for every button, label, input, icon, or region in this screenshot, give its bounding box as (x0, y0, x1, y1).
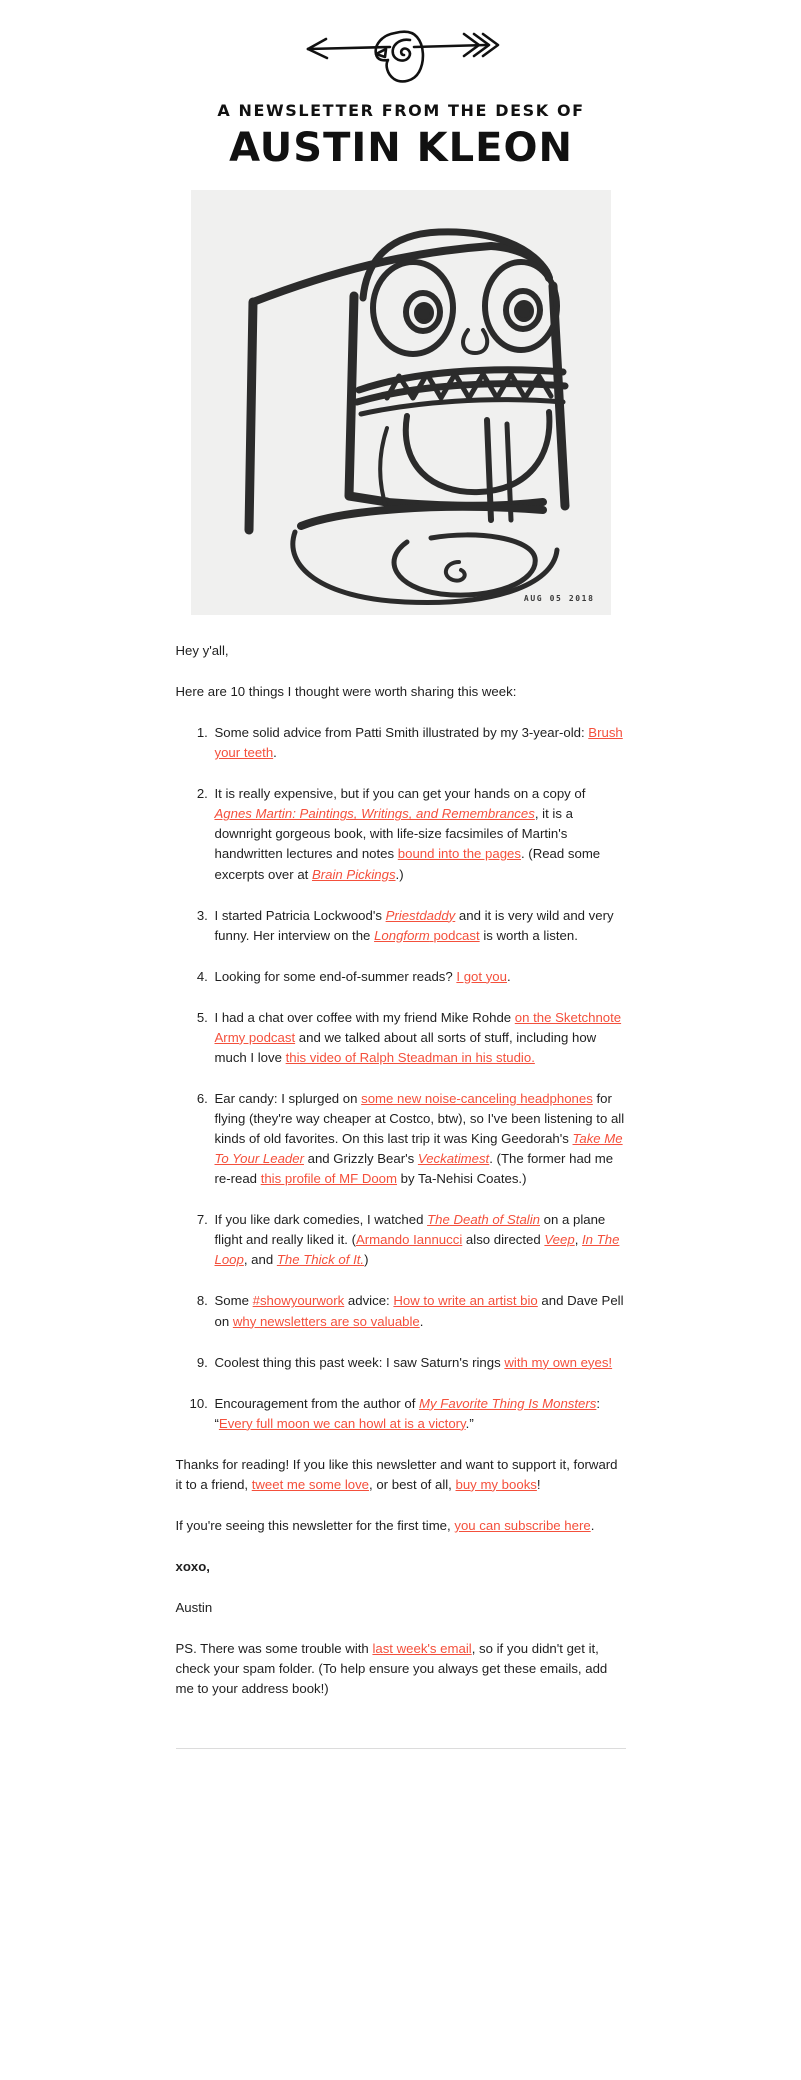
newsletter-body: Hey y'all, Here are 10 things I thought … (176, 615, 626, 1730)
body-text: .” (465, 1415, 474, 1431)
body-link[interactable]: with my own eyes! (504, 1355, 612, 1370)
masthead: A NEWSLETTER FROM THE DESK OF AUSTIN KLE… (0, 14, 801, 172)
closing-paragraph: Austin (176, 1598, 626, 1618)
body-text: , and (243, 1252, 277, 1268)
body-text: and Grizzly Bear's (303, 1151, 418, 1167)
newsletter-page: A NEWSLETTER FROM THE DESK OF AUSTIN KLE… (0, 0, 801, 2080)
body-link[interactable]: Priestdaddy (386, 908, 456, 923)
body-link[interactable]: My Favorite Thing Is Monsters (419, 1396, 596, 1411)
body-link[interactable]: Longform (374, 928, 430, 943)
body-text: .) (395, 866, 404, 882)
list-item: I had a chat over coffee with my friend … (212, 1008, 626, 1068)
list-item: Ear candy: I splurged on some new noise-… (212, 1089, 626, 1189)
body-link[interactable]: Veckatimest (418, 1151, 489, 1166)
body-link[interactable]: #showyourwork (253, 1293, 345, 1308)
body-link[interactable]: Every full moon we can howl at is a vict… (219, 1416, 466, 1431)
body-link[interactable]: last week's email (372, 1641, 471, 1656)
body-text: xoxo, (175, 1558, 210, 1574)
masthead-wordmark: AUSTIN KLEON (229, 125, 573, 171)
body-text: Looking for some end-of-summer reads? (214, 968, 457, 984)
body-text: PS. There was some trouble with (175, 1641, 373, 1657)
body-link[interactable]: Veep (544, 1232, 574, 1247)
closing-paragraph: PS. There was some trouble with last wee… (176, 1639, 626, 1699)
body-text: , (574, 1232, 583, 1248)
body-text: Encouragement from the author of (214, 1395, 420, 1411)
body-link[interactable]: tweet me some love (252, 1477, 369, 1492)
body-text: Austin (175, 1600, 213, 1615)
body-link[interactable]: Armando Iannucci (356, 1232, 462, 1247)
body-text: Coolest thing this past week: I saw Satu… (214, 1354, 505, 1370)
intro-line: Here are 10 things I thought were worth … (175, 684, 517, 700)
body-text: advice: (344, 1293, 394, 1309)
list-item: Some solid advice from Patti Smith illus… (212, 723, 626, 763)
closing-paragraph: If you're seeing this newsletter for the… (176, 1516, 626, 1536)
body-link[interactable]: podcast (433, 928, 479, 943)
body-link[interactable]: you can subscribe here (454, 1518, 590, 1533)
masthead-kicker: A NEWSLETTER FROM THE DESK OF (217, 101, 584, 120)
footer-divider (175, 1748, 626, 1750)
closing-block: Thanks for reading! If you like this new… (176, 1455, 626, 1700)
body-text: is worth a listen. (479, 927, 578, 943)
body-text: If you like dark comedies, I watched (214, 1212, 428, 1228)
ten-things-list: Some solid advice from Patti Smith illus… (176, 723, 626, 1434)
body-link[interactable]: this profile of MF Doom (261, 1171, 397, 1186)
list-item: If you like dark comedies, I watched The… (212, 1210, 626, 1270)
list-item: Looking for some end-of-summer reads? I … (212, 967, 626, 987)
body-text: . (419, 1313, 424, 1329)
body-text: also directed (462, 1232, 545, 1248)
body-text: ) (364, 1252, 369, 1268)
list-item: Some #showyourwork advice: How to write … (212, 1291, 626, 1331)
body-text: I started Patricia Lockwood's (214, 907, 386, 923)
body-link[interactable]: why newsletters are so valuable (233, 1314, 420, 1329)
masthead-kicker-text: A NEWSLETTER FROM THE DESK OF (217, 101, 584, 120)
body-link[interactable]: I got you (456, 969, 507, 984)
body-text: , or best of all, (369, 1476, 456, 1492)
list-item: Coolest thing this past week: I saw Satu… (212, 1353, 626, 1373)
hero-drawing: AUG 05 2018 (190, 190, 611, 615)
body-link[interactable]: buy my books (456, 1477, 537, 1492)
body-text: . (506, 968, 511, 984)
body-link[interactable]: The Death of Stalin (427, 1212, 540, 1227)
body-text: Some (214, 1293, 253, 1309)
body-text: I had a chat over coffee with my friend … (214, 1009, 515, 1025)
body-link[interactable]: The Thick of It. (277, 1252, 364, 1267)
hero-date-stamp: AUG 05 2018 (523, 594, 595, 603)
body-link[interactable]: bound into the pages (398, 846, 521, 861)
body-text: Ear candy: I splurged on (214, 1090, 362, 1106)
masthead-wordmark-text: AUSTIN KLEON (229, 125, 573, 171)
arrow-through-head-icon (306, 30, 499, 83)
childs-face-drawing-icon (244, 228, 569, 605)
list-item: It is really expensive, but if you can g… (212, 784, 626, 884)
list-item: I started Patricia Lockwood's Priestdadd… (212, 906, 626, 946)
list-item: Encouragement from the author of My Favo… (212, 1394, 626, 1434)
body-text: If you're seeing this newsletter for the… (175, 1517, 455, 1533)
body-text: . (590, 1517, 595, 1533)
body-text: Some solid advice from Patti Smith illus… (214, 725, 589, 741)
body-link[interactable]: Brain Pickings (312, 867, 396, 882)
greeting: Hey y'all, (175, 643, 229, 658)
body-text: It is really expensive, but if you can g… (214, 786, 586, 802)
closing-paragraph: xoxo, (176, 1557, 626, 1577)
body-text: by Ta-Nehisi Coates.) (397, 1171, 527, 1187)
closing-paragraph: Thanks for reading! If you like this new… (176, 1455, 626, 1495)
body-link[interactable]: this video of Ralph Steadman in his stud… (286, 1050, 535, 1065)
body-link[interactable]: Agnes Martin: Paintings, Writings, and R… (215, 806, 535, 821)
body-link[interactable]: some new noise-canceling headphones (361, 1091, 593, 1106)
body-text: . (273, 745, 277, 761)
body-text: ! (536, 1476, 541, 1492)
body-link[interactable]: How to write an artist bio (393, 1293, 537, 1308)
